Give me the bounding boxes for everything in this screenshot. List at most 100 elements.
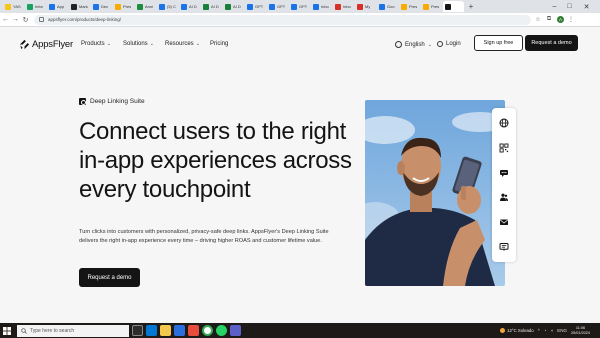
profile-avatar[interactable]: A [557,16,564,23]
windows-logo-icon [3,326,11,335]
address-bar-row: ← → ↻ appsflyer.com/products/deep-linkin… [0,13,600,27]
browser-tab[interactable]: Dec [91,1,112,12]
users-icon [500,193,508,202]
product-eyebrow: Deep Linking Suite [79,98,145,105]
maximize-button[interactable]: □ [563,0,576,13]
browser-tab[interactable]: Pres [113,1,134,12]
menu-products[interactable]: Products ⌄ [81,41,111,47]
language-indicator[interactable]: ENG [557,328,567,333]
store-app-icon[interactable] [174,325,185,336]
volume-icon[interactable]: ◖ [551,328,554,333]
new-tab-button[interactable]: + [467,2,475,11]
taskbar-search[interactable]: Type here to search [17,324,129,337]
browser-tab[interactable]: GPT [245,1,266,12]
tab-favicon-icon [291,3,297,10]
login-link[interactable]: Login [437,41,461,47]
tab-title: Inbo [343,4,351,9]
close-window-button[interactable]: ✕ [580,0,593,13]
request-demo-header-button[interactable]: Request a demo [525,35,578,51]
tab-favicon-icon [49,3,55,10]
url-bar[interactable]: appsflyer.com/products/deep-linking/ [34,14,531,25]
tray-overflow-icon[interactable]: ^ [538,328,540,333]
browser-tab[interactable]: YAS [3,1,24,12]
menu-pricing[interactable]: Pricing [210,41,228,47]
eyebrow-text: Deep Linking Suite [90,98,145,105]
task-view-icon[interactable] [132,325,143,336]
taskbar-search-placeholder: Type here to search [30,327,75,334]
teams-app-icon[interactable] [230,325,241,336]
chrome-app-icon[interactable] [202,325,213,336]
browser-tab[interactable]: Goo [377,1,398,12]
browser-tab[interactable]: My [355,1,376,12]
tab-favicon-icon [71,3,77,10]
hero-image [365,100,505,286]
back-button[interactable]: ← [1,13,10,27]
start-button[interactable] [0,323,14,338]
tab-favicon-icon [313,3,319,10]
bookmark-star-icon[interactable]: ☆ [534,16,542,24]
clock-date: 25/01/2024 [570,330,590,335]
tab-favicon-icon [137,3,143,10]
menu-solutions[interactable]: Solutions ⌄ [123,41,154,47]
chevron-down-icon: ⌄ [106,41,111,47]
browser-tab[interactable]: GPT [267,1,288,12]
extensions-icon[interactable]: ⧉ [545,16,553,24]
appsflyer-logo-icon [19,39,30,50]
tab-title: (5) C [167,4,176,9]
weather-widget[interactable]: 12°C Soleado [500,328,534,333]
clock[interactable]: 11:06 25/01/2024 [571,326,590,336]
tab-favicon-icon [269,3,275,10]
browser-tab[interactable]: Inbo [333,1,354,12]
tab-favicon-icon [379,3,385,10]
appsflyer-logo[interactable]: AppsFlyer [19,39,73,50]
browser-tab[interactable] [443,1,464,12]
pinned-app-icon[interactable] [188,325,199,336]
menu-solutions-label: Solutions [123,41,148,47]
browser-tab[interactable]: AI D [223,1,244,12]
tab-favicon-icon [335,3,341,10]
tab-title: YAS [13,4,21,9]
tab-favicon-icon [445,3,451,10]
tab-favicon-icon [115,3,121,10]
tab-favicon-icon [203,3,209,10]
tab-favicon-icon [159,3,165,10]
browser-tab[interactable]: GPT [289,1,310,12]
browser-tab[interactable]: (5) C [157,1,178,12]
login-label: Login [446,41,461,47]
tab-title: GPT [255,4,264,9]
network-icon[interactable]: ◔ [544,328,547,333]
browser-tab[interactable]: Anni [135,1,156,12]
logo-text: AppsFlyer [32,39,73,50]
language-selector[interactable]: English ⌄ [395,41,432,48]
browser-tab[interactable]: App [47,1,68,12]
menu-resources[interactable]: Resources ⌄ [165,41,200,47]
user-icon [437,41,443,47]
tab-favicon-icon [401,3,407,10]
browser-tab[interactable]: AI D [201,1,222,12]
browser-menu-icon[interactable]: ⋮ [567,16,575,24]
tab-title: AI D [189,4,197,9]
sign-up-button[interactable]: Sign up free [474,35,523,51]
mail-icon [500,219,508,225]
tab-title: Pres [123,4,132,9]
browser-tab[interactable]: Pres [399,1,420,12]
file-explorer-icon[interactable] [160,325,171,336]
edge-app-icon[interactable] [146,325,157,336]
forward-button[interactable]: → [11,13,20,27]
site-info-icon[interactable] [39,17,44,22]
browser-tab[interactable]: Pres [421,1,442,12]
tab-title: Goo [387,4,395,9]
browser-tab[interactable]: Mark [69,1,90,12]
browser-tab[interactable]: AI D [179,1,200,12]
whatsapp-app-icon[interactable] [216,325,227,336]
tab-title: AI D [211,4,219,9]
request-demo-hero-button[interactable]: Request a demo [79,268,140,287]
reload-button[interactable]: ↻ [21,13,30,27]
browser-tab[interactable]: Infor [25,1,46,12]
minimize-button[interactable]: – [548,0,561,13]
chevron-down-icon: ⌄ [427,41,432,48]
globe-icon [499,118,509,128]
browser-tab[interactable]: Inbo [311,1,332,12]
site-header: AppsFlyer Products ⌄ Solutions ⌄ Resourc… [0,27,600,65]
tab-title: My [365,4,371,9]
